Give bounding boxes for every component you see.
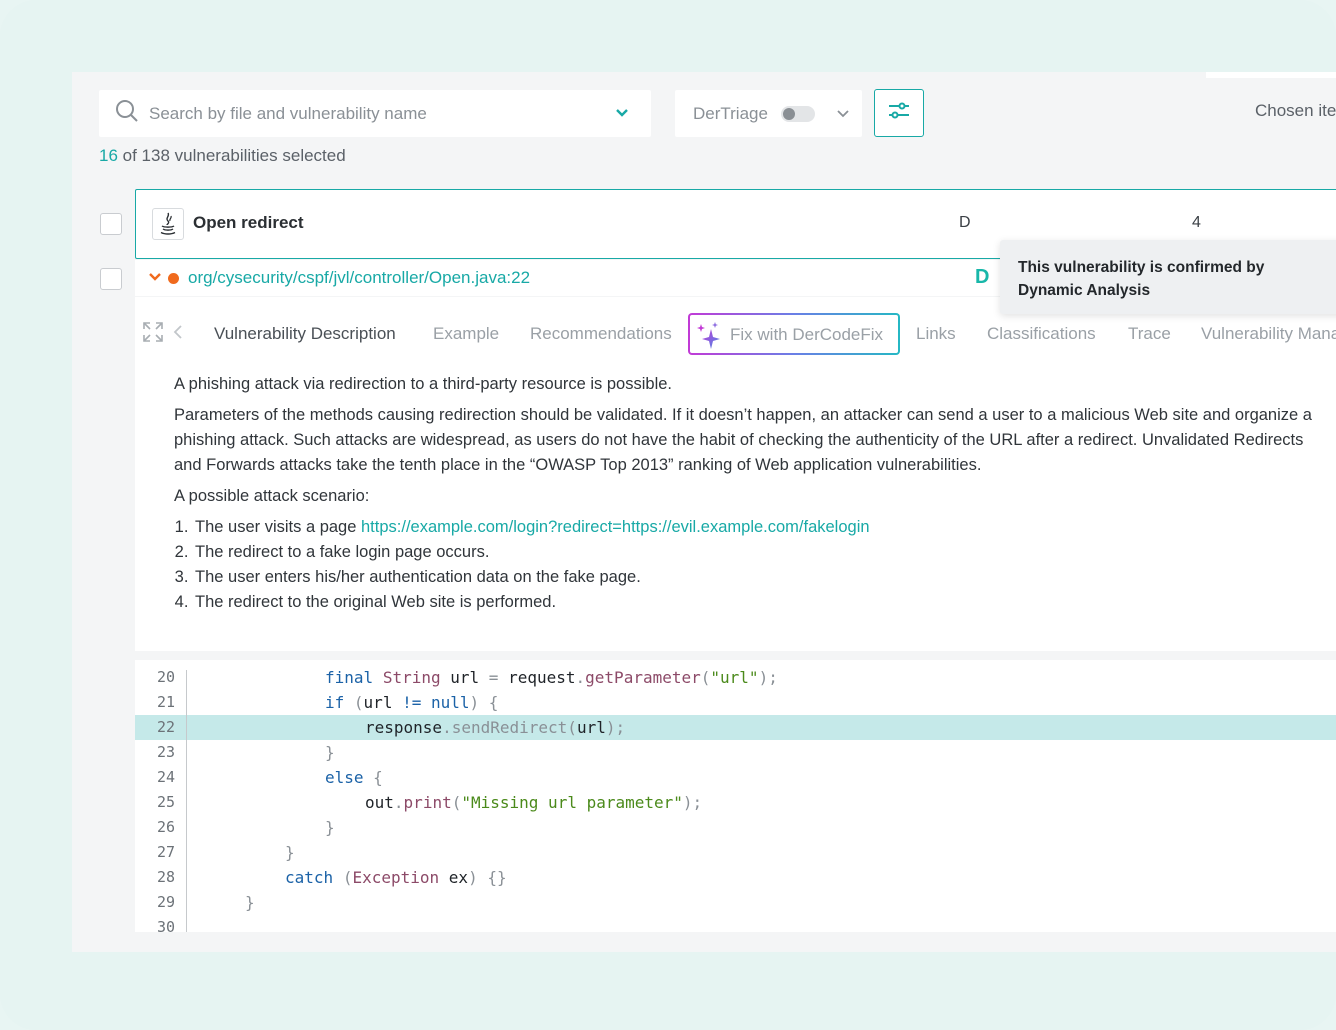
code-line: 23 } <box>135 740 1336 765</box>
list-item: The user enters his/her authentication d… <box>193 565 1317 590</box>
selected-text: of 138 vulnerabilities selected <box>122 146 346 165</box>
java-icon <box>152 208 184 240</box>
sparkle-icon <box>696 321 722 354</box>
description-summary: A phishing attack via redirection to a t… <box>174 375 672 393</box>
triage-toggle[interactable] <box>780 105 815 122</box>
code-line: 26 } <box>135 815 1336 840</box>
toggle-knob <box>782 107 795 120</box>
code-line: 20 final String url = request.getParamet… <box>135 665 1336 690</box>
code-text: response.sendRedirect(url); <box>365 718 626 737</box>
code-text: } <box>245 893 255 912</box>
search-placeholder: Search by file and vulnerability name <box>149 103 427 123</box>
tab-example[interactable]: Example <box>433 324 499 344</box>
chevron-left-icon[interactable] <box>173 324 183 345</box>
code-line: 30 <box>135 915 1336 932</box>
line-number: 28 <box>156 868 175 886</box>
tab-vulnerability-description[interactable]: Vulnerability Description <box>214 324 396 344</box>
code-text: } <box>325 818 335 837</box>
line-number: 25 <box>156 793 175 811</box>
attack-scenario-heading: A possible attack scenario: <box>174 487 370 505</box>
line-number: 23 <box>156 743 175 761</box>
chevron-down-icon[interactable] <box>836 107 850 126</box>
code-text: } <box>285 843 295 862</box>
code-line: 25 out.print("Missing url parameter"); <box>135 790 1336 815</box>
code-text: } <box>325 743 335 762</box>
expand-icon[interactable] <box>143 322 163 347</box>
dynamic-badge[interactable]: D <box>975 266 989 289</box>
code-line-highlighted: 22 response.sendRedirect(url); <box>135 715 1336 740</box>
code-text: catch (Exception ex) {} <box>285 868 507 887</box>
main-panel: Search by file and vulnerability name De… <box>72 72 1336 952</box>
attack-steps-list: The user visits a page https://example.c… <box>174 515 1317 615</box>
list-item: The redirect to the original Web site is… <box>193 590 1317 615</box>
vulnerability-description: A phishing attack via redirection to a t… <box>135 367 1336 651</box>
chevron-down-icon[interactable] <box>615 106 629 125</box>
dynamic-analysis-tooltip: This vulnerability is confirmed by Dynam… <box>1000 240 1336 314</box>
code-text: else { <box>325 768 383 787</box>
line-number: 27 <box>156 843 175 861</box>
code-text: final String url = request.getParameter(… <box>325 668 778 687</box>
vulnerability-count: 4 <box>1192 214 1201 231</box>
tab-trace[interactable]: Trace <box>1128 324 1171 344</box>
vulnerability-name: Open redirect <box>193 213 304 232</box>
severity-dot <box>168 273 179 284</box>
description-details: Parameters of the methods causing redire… <box>174 406 1312 474</box>
tab-fix-with-dercodefix[interactable]: Fix with DerCodeFix <box>688 313 900 355</box>
fix-button-label: Fix with DerCodeFix <box>730 325 884 344</box>
code-text: out.print("Missing url parameter"); <box>365 793 703 812</box>
code-line: 24 else { <box>135 765 1336 790</box>
filter-button[interactable] <box>874 89 924 137</box>
list-item: The user visits a page https://example.c… <box>193 515 1317 540</box>
tab-links[interactable]: Links <box>916 324 956 344</box>
chevron-down-icon[interactable] <box>148 270 162 289</box>
step-text: The user visits a page <box>195 518 361 536</box>
triage-label: DerTriage <box>693 103 768 123</box>
file-path-link[interactable]: org/cysecurity/cspf/jvl/controller/Open.… <box>188 268 530 288</box>
path-checkbox[interactable] <box>100 268 122 290</box>
filter-sliders-icon <box>887 100 911 127</box>
tab-classifications[interactable]: Classifications <box>987 324 1096 344</box>
chosen-items-label: Chosen iter <box>1255 101 1336 120</box>
line-number: 20 <box>156 668 175 686</box>
code-line: 21 if (url != null) { <box>135 690 1336 715</box>
code-text: if (url != null) { <box>325 693 499 712</box>
list-item: The redirect to a fake login page occurs… <box>193 540 1317 565</box>
code-line: 27 } <box>135 840 1336 865</box>
triage-select[interactable]: DerTriage <box>675 90 862 137</box>
selected-number: 16 <box>99 146 118 165</box>
code-viewer: 20 final String url = request.getParamet… <box>135 660 1336 932</box>
line-number: 22 <box>156 718 175 736</box>
search-input[interactable]: Search by file and vulnerability name <box>99 90 651 137</box>
line-number: 29 <box>156 893 175 911</box>
selection-count: 16 of 138 vulnerabilities selected <box>99 146 346 166</box>
line-number: 24 <box>156 768 175 786</box>
code-line: 29 } <box>135 890 1336 915</box>
top-edge <box>1206 72 1336 78</box>
search-icon <box>115 99 139 128</box>
tab-vulnerability-management[interactable]: Vulnerability Mana <box>1201 324 1336 344</box>
line-number: 30 <box>156 918 175 932</box>
line-number: 21 <box>156 693 175 711</box>
example-link[interactable]: https://example.com/login?redirect=https… <box>361 518 870 536</box>
tab-recommendations[interactable]: Recommendations <box>530 324 672 344</box>
vulnerability-type: D <box>959 214 971 231</box>
gutter-divider <box>186 670 187 932</box>
vulnerability-checkbox[interactable] <box>100 213 122 235</box>
code-line: 28 catch (Exception ex) {} <box>135 865 1336 890</box>
line-number: 26 <box>156 818 175 836</box>
app-frame: Search by file and vulnerability name De… <box>0 0 1336 1030</box>
